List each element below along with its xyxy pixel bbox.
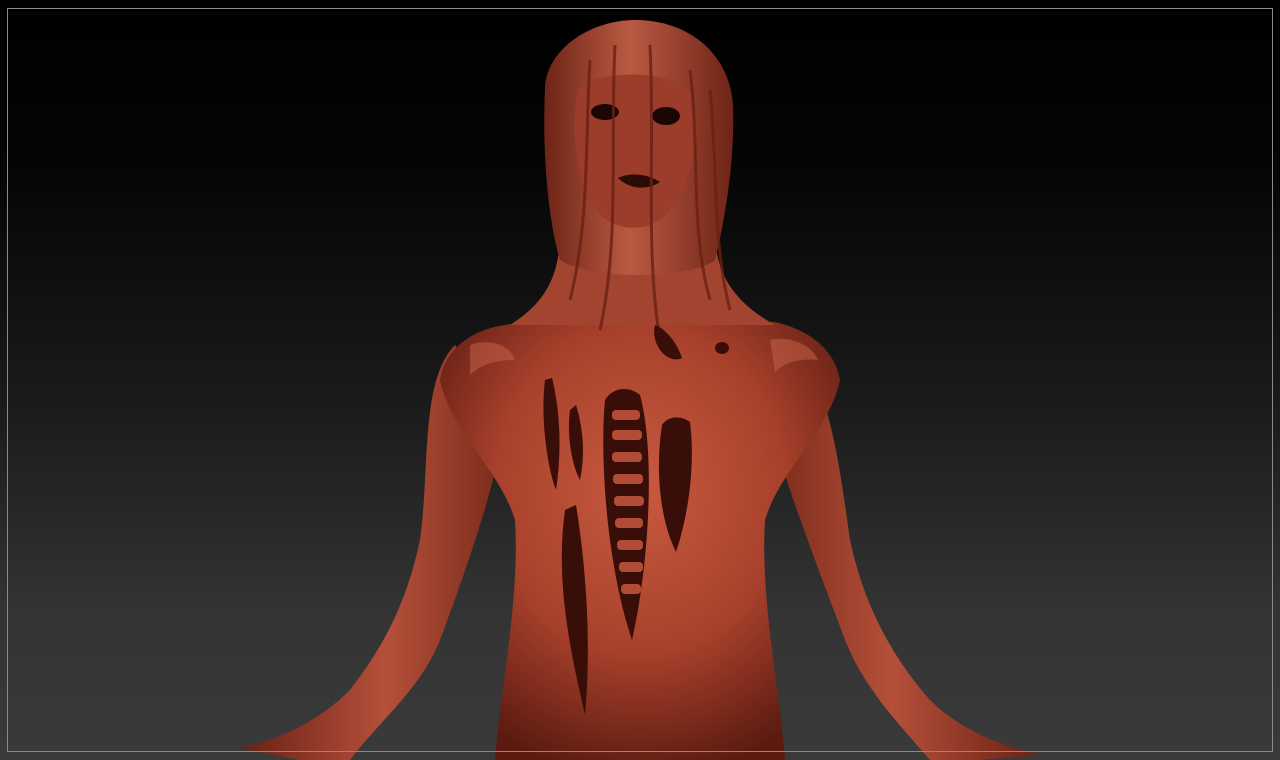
right-eye bbox=[652, 107, 680, 125]
sculpted-model[interactable] bbox=[0, 0, 1280, 760]
3d-viewport[interactable] bbox=[0, 0, 1280, 760]
drip-hole bbox=[715, 342, 729, 354]
